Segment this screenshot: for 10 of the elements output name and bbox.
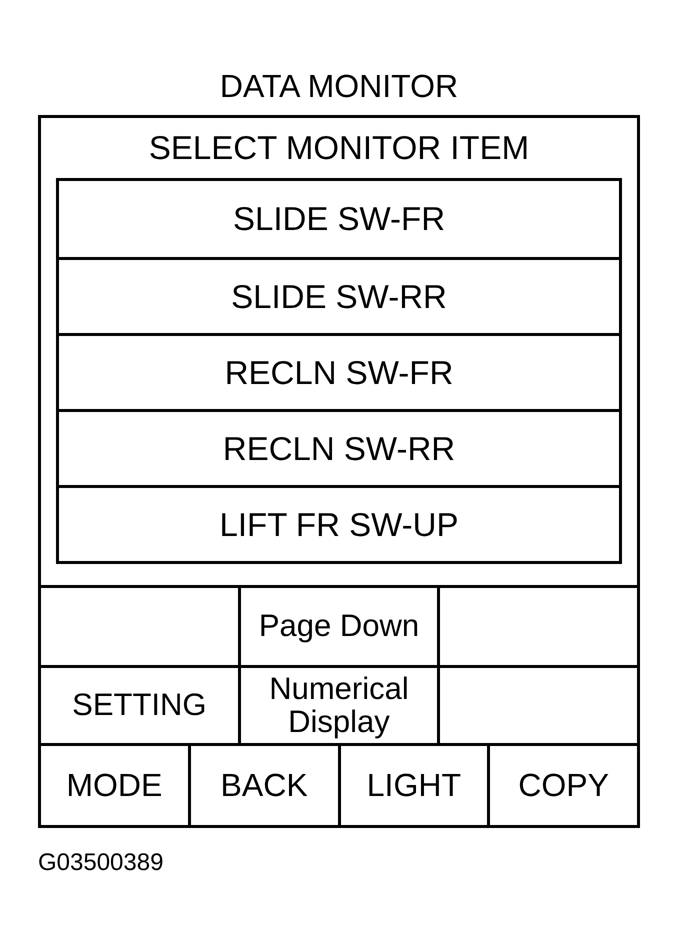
function-key-button[interactable]: LIGHT xyxy=(340,746,488,825)
figure-code: G03500389 xyxy=(38,849,164,877)
soft-key-button[interactable]: Numerical Display xyxy=(240,668,438,743)
soft-key-button[interactable]: Page Down xyxy=(240,588,438,665)
screen-header: SELECT MONITOR ITEM xyxy=(148,128,530,168)
soft-key-button[interactable]: SETTING xyxy=(41,668,238,743)
function-key-button[interactable]: MODE xyxy=(41,746,188,825)
screen-title: DATA MONITOR xyxy=(218,67,460,105)
function-key-button[interactable]: COPY xyxy=(490,746,637,825)
function-key-button[interactable]: BACK xyxy=(190,746,338,825)
